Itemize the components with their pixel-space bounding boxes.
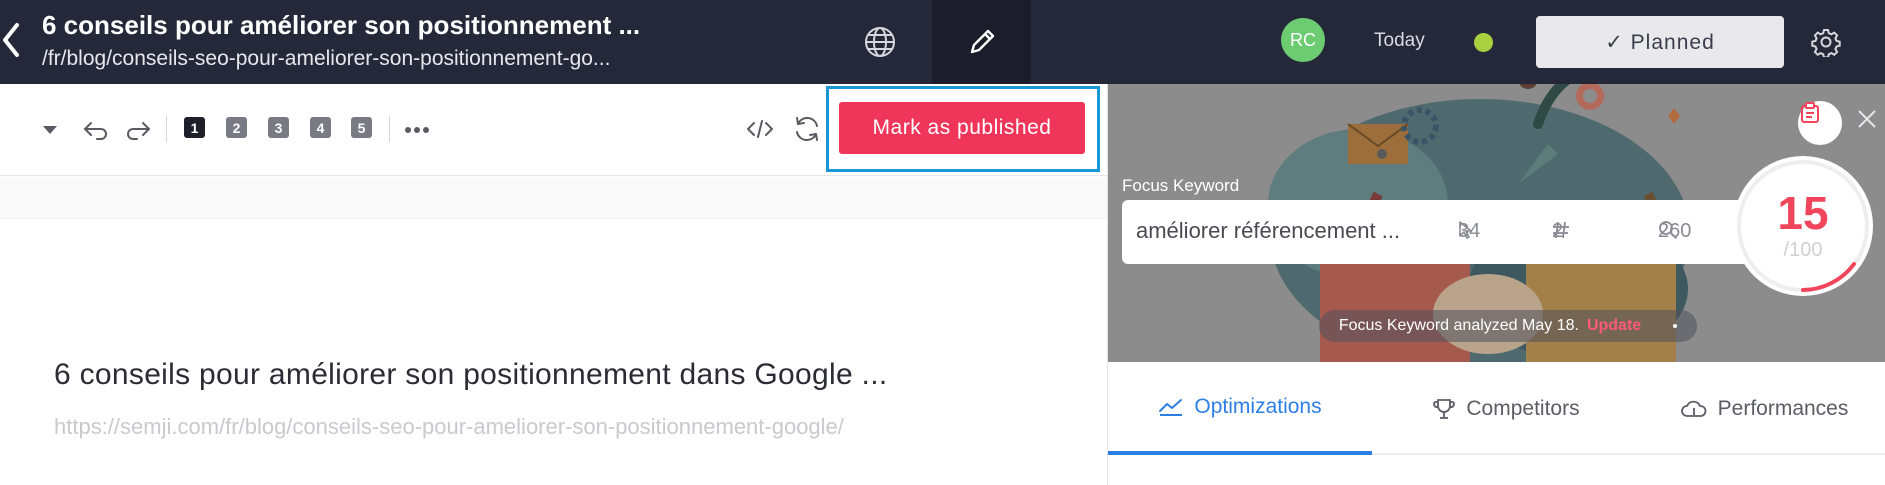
document-title-block: 6 conseils pour améliorer son positionne…: [42, 10, 682, 71]
back-button[interactable]: [0, 18, 22, 62]
tab-performances[interactable]: Performances: [1642, 362, 1885, 455]
brief-button[interactable]: [1798, 101, 1842, 145]
hash-icon: [1553, 221, 1569, 239]
editor-document-title[interactable]: 6 conseils pour améliorer son positionne…: [54, 358, 887, 392]
trophy-icon: [1433, 398, 1456, 419]
chevron-left-icon: [3, 23, 19, 57]
cursor-icon: [1459, 221, 1472, 239]
mark-as-published-button[interactable]: Mark as published: [839, 102, 1085, 154]
refresh-icon: [796, 116, 818, 142]
position-stat: 2: [1552, 220, 1569, 243]
close-panel-button[interactable]: [1856, 108, 1884, 136]
toolbar-divider: [166, 116, 167, 142]
document-title: 6 conseils pour améliorer son positionne…: [42, 10, 641, 40]
more-options-button[interactable]: [402, 116, 432, 144]
editor-document-url[interactable]: https://semji.com/fr/blog/conseils-seo-p…: [54, 414, 844, 440]
undo-icon: [84, 122, 107, 140]
search-icon: [1659, 221, 1677, 239]
code-icon: [747, 120, 773, 138]
globe-button[interactable]: [855, 18, 905, 66]
undo-button[interactable]: [82, 116, 110, 144]
avatar[interactable]: RC: [1281, 18, 1325, 62]
tab-optimizations-label: Optimizations: [1194, 394, 1322, 418]
note-dot: [1673, 324, 1678, 328]
gear-icon: [1811, 29, 1841, 57]
status-dot: [1474, 33, 1493, 52]
redo-icon: [127, 122, 150, 140]
status-button[interactable]: ✓ Planned: [1536, 16, 1784, 68]
clicks-stat: 34: [1458, 220, 1480, 243]
focus-keyword-card: améliorer référencement ... 34 260: [1122, 200, 1788, 264]
format-dropdown[interactable]: [38, 118, 62, 142]
edit-mode-button[interactable]: [932, 0, 1031, 84]
more-horizontal-icon: [405, 127, 429, 133]
search-volume-stat: 260: [1658, 220, 1691, 243]
heading-1-button[interactable]: 1: [184, 117, 205, 138]
redo-button[interactable]: [124, 116, 152, 144]
pencil-icon: [970, 29, 994, 54]
editor-spacer: [0, 177, 1107, 219]
seo-panel: Focus Keyword améliorer référencement ..…: [1107, 84, 1885, 485]
html-view-button[interactable]: [744, 114, 776, 144]
toolbar-divider: [389, 116, 390, 142]
analysis-note: Focus Keyword analyzed May 18. Update: [1319, 310, 1697, 342]
trend-up-icon: [1159, 398, 1183, 416]
tab-performances-label: Performances: [1717, 396, 1849, 420]
score-max: /100: [1783, 239, 1823, 261]
heading-2-button[interactable]: 2: [226, 117, 247, 138]
hero-illustration: Focus Keyword améliorer référencement ..…: [1108, 84, 1885, 362]
analysis-note-text: Focus Keyword analyzed May 18.: [1338, 317, 1579, 334]
tab-competitors[interactable]: Competitors: [1396, 362, 1616, 455]
caret-down-icon: [43, 126, 57, 134]
cloud-icon: [1680, 400, 1707, 417]
focus-keyword-input[interactable]: améliorer référencement ...: [1136, 218, 1426, 244]
update-link[interactable]: Update: [1587, 317, 1641, 335]
tab-optimizations[interactable]: Optimizations: [1108, 362, 1372, 455]
heading-5-button[interactable]: 5: [351, 117, 372, 138]
panel-tabs: Optimizations Competitors Performances: [1108, 362, 1885, 455]
globe-icon: [865, 27, 895, 57]
tab-competitors-label: Competitors: [1466, 396, 1580, 420]
refresh-button[interactable]: [790, 113, 824, 145]
focus-keyword-label: Focus Keyword: [1122, 176, 1240, 195]
score-value: 15: [1777, 187, 1829, 239]
top-bar: 6 conseils pour améliorer son positionne…: [0, 0, 1885, 84]
clipboard-icon: [1801, 102, 1819, 123]
publish-highlight: Mark as published: [826, 86, 1100, 172]
close-icon: [1858, 110, 1876, 128]
heading-4-button[interactable]: 4: [310, 117, 331, 138]
settings-button[interactable]: [1808, 24, 1844, 60]
heading-3-button[interactable]: 3: [268, 117, 289, 138]
content-score[interactable]: 15 /100: [1733, 156, 1873, 296]
document-path: /fr/blog/conseils-seo-pour-ameliorer-son…: [42, 47, 611, 70]
due-date[interactable]: Today: [1374, 30, 1425, 52]
